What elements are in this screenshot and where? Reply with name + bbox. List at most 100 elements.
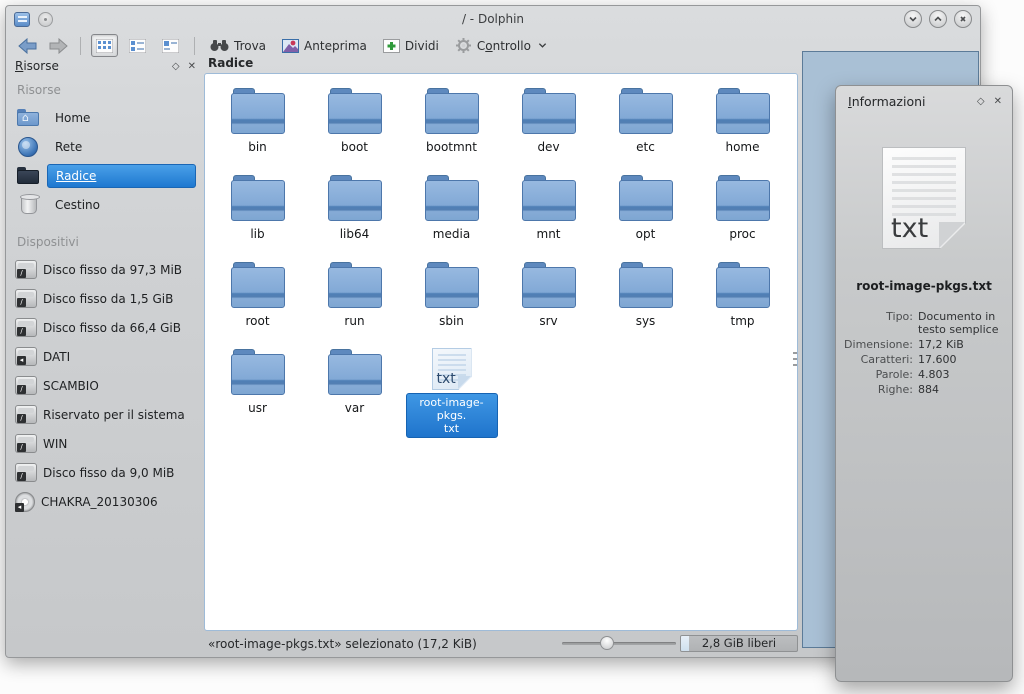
sidebar-device-item[interactable]: DATI [15, 342, 196, 371]
devices-list: Disco fisso da 97,3 MiB Disco fisso da 1… [15, 255, 196, 516]
folder-label: dev [537, 140, 559, 154]
preview-label: Anteprima [304, 39, 367, 53]
view-title: Radice [204, 53, 798, 73]
icon-view[interactable]: bin boot bootmnt dev etc home [204, 73, 798, 631]
folder-icon [522, 262, 576, 308]
property-row: Righe:884 [840, 382, 1008, 397]
binoculars-icon [210, 39, 229, 52]
selected-file-item[interactable]: txt root-image-pkgs. txt [403, 346, 500, 438]
minimize-button[interactable] [904, 10, 922, 28]
zoom-slider-handle[interactable] [600, 636, 614, 650]
folder-item[interactable]: root [209, 258, 306, 345]
information-panel-header[interactable]: Informazioni ◇ ✕ [836, 86, 1012, 109]
folder-label: opt [636, 227, 656, 241]
folder-icon [328, 349, 382, 395]
split-button[interactable]: Dividi [378, 37, 444, 55]
folder-icon [619, 262, 673, 308]
device-icon [15, 289, 37, 308]
device-icon [15, 405, 37, 424]
folder-item[interactable]: usr [209, 345, 306, 432]
device-icon [15, 434, 37, 453]
information-panel: Informazioni ◇ ✕ txt root-image-pkgs.txt… [835, 85, 1013, 682]
selected-file-label: root-image-pkgs. txt [406, 393, 498, 438]
file-properties: Tipo:Documento in testo semplice Dimensi… [840, 309, 1008, 397]
folder-icon [619, 175, 673, 221]
folder-label: usr [248, 401, 267, 415]
file-preview-icon: txt [882, 147, 966, 249]
folder-item[interactable]: tmp [694, 258, 791, 345]
places-panel-header: Risorse ◇ ✕ [15, 57, 196, 75]
device-icon [15, 463, 37, 482]
sidebar-device-item[interactable]: WIN [15, 429, 196, 458]
folder-item[interactable]: run [306, 258, 403, 345]
folder-label: bootmnt [426, 140, 477, 154]
folder-icon [328, 262, 382, 308]
window-title: / - Dolphin [6, 12, 980, 26]
sidebar-device-item[interactable]: Disco fisso da 9,0 MiB [15, 458, 196, 487]
sidebar-device-item[interactable]: Riservato per il sistema [15, 400, 196, 429]
folder-item[interactable]: media [403, 171, 500, 258]
folder-item[interactable]: sys [597, 258, 694, 345]
sidebar-device-item[interactable]: CHAKRA_20130306 [15, 487, 196, 516]
folder-icon [328, 88, 382, 134]
zoom-slider[interactable] [562, 642, 676, 645]
float-panel-icon[interactable]: ◇ [172, 61, 180, 72]
folder-label: proc [729, 227, 755, 241]
folder-icon [619, 88, 673, 134]
find-label: Trova [234, 39, 266, 53]
chevron-down-icon [538, 42, 547, 49]
folder-item[interactable]: lib64 [306, 171, 403, 258]
maximize-button[interactable] [929, 10, 947, 28]
folder-label: lib [250, 227, 264, 241]
preview-icon [282, 39, 299, 53]
sidebar-device-item[interactable]: Disco fisso da 97,3 MiB [15, 255, 196, 284]
sidebar-device-item[interactable]: SCAMBIO [15, 371, 196, 400]
places-section-label: Risorse [17, 83, 196, 97]
free-space-label: 2,8 GiB liberi [681, 636, 797, 651]
folder-icon [231, 262, 285, 308]
folder-item[interactable]: boot [306, 84, 403, 171]
folder-label: sys [636, 314, 656, 328]
folder-item[interactable]: etc [597, 84, 694, 171]
folder-item[interactable]: mnt [500, 171, 597, 258]
folder-icon [328, 175, 382, 221]
information-panel-title: Informazioni [848, 94, 926, 109]
folder-icon [231, 88, 285, 134]
folder-label: boot [341, 140, 368, 154]
folder-item[interactable]: srv [500, 258, 597, 345]
folder-item[interactable]: var [306, 345, 403, 432]
find-button[interactable]: Trova [205, 37, 271, 55]
folder-item[interactable]: proc [694, 171, 791, 258]
folder-item[interactable]: bootmnt [403, 84, 500, 171]
sidebar-item-root[interactable]: Radice [15, 161, 196, 190]
globe-icon [15, 137, 41, 157]
sidebar-item-network[interactable]: Rete [15, 132, 196, 161]
panel-splitter[interactable] [793, 352, 798, 370]
folder-label: sbin [439, 314, 464, 328]
sidebar-item-trash[interactable]: Cestino [15, 190, 196, 219]
close-button[interactable] [954, 10, 972, 28]
sidebar-item-home[interactable]: ⌂ Home [15, 103, 196, 132]
toolbar-separator [194, 37, 195, 55]
home-folder-icon: ⌂ [15, 109, 41, 126]
folder-icon [425, 262, 479, 308]
sidebar-device-item[interactable]: Disco fisso da 1,5 GiB [15, 284, 196, 313]
folder-item[interactable]: home [694, 84, 791, 171]
close-panel-icon[interactable]: ✕ [188, 61, 196, 72]
folder-label: mnt [537, 227, 561, 241]
folder-item[interactable]: opt [597, 171, 694, 258]
folder-item[interactable]: lib [209, 171, 306, 258]
folder-item[interactable]: bin [209, 84, 306, 171]
folder-icon [231, 175, 285, 221]
toolbar-separator [80, 37, 81, 55]
folder-item[interactable]: sbin [403, 258, 500, 345]
folder-item[interactable]: dev [500, 84, 597, 171]
property-row: Dimensione:17,2 KiB [840, 337, 1008, 352]
close-panel-icon[interactable]: ✕ [994, 96, 1002, 107]
preview-button[interactable]: Anteprima [277, 37, 372, 55]
gear-icon [455, 37, 472, 54]
places-panel: Risorse ◇ ✕ Risorse ⌂ Home Rete Radice C… [9, 53, 202, 653]
dock-panel-icon[interactable]: ◇ [977, 96, 985, 107]
sidebar-device-item[interactable]: Disco fisso da 66,4 GiB [15, 313, 196, 342]
statusbar: «root-image-pkgs.txt» selezionato (17,2 … [204, 633, 798, 655]
